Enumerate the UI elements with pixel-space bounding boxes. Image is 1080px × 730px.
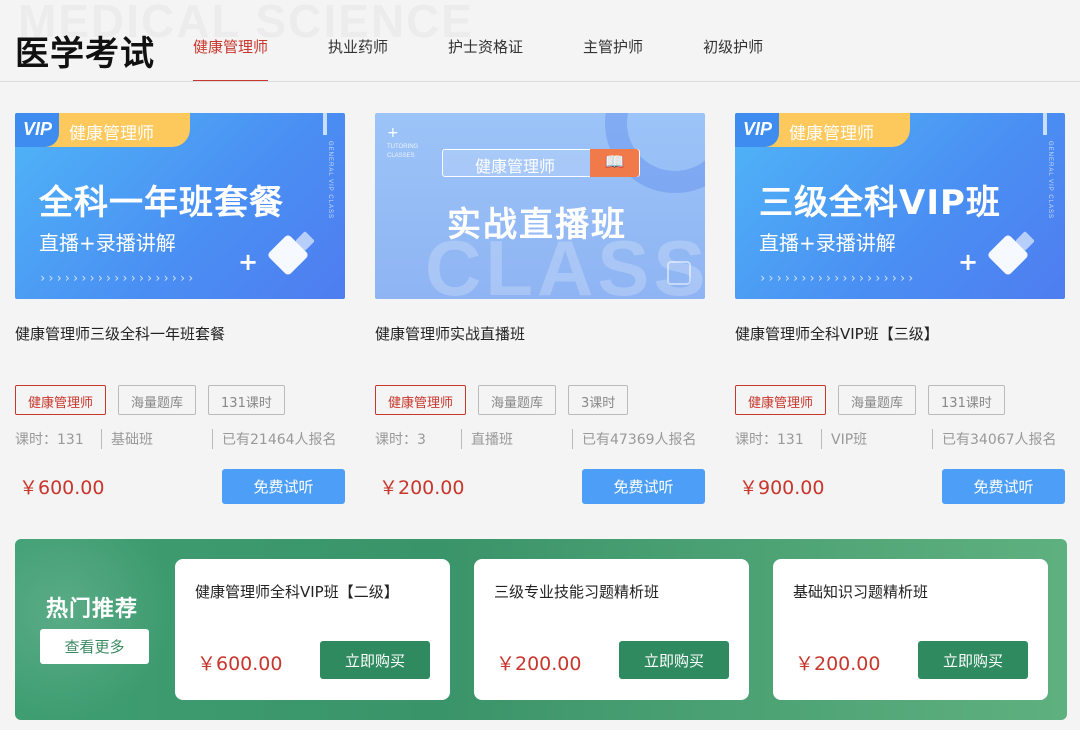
course-title[interactable]: 健康管理师实战直播班 — [375, 323, 705, 379]
recommend-card[interactable]: 健康管理师全科VIP班【二级】 ￥600.00 立即购买 — [175, 559, 450, 700]
tab-nurse-qualification[interactable]: 护士资格证 — [448, 36, 523, 82]
recommend-title[interactable]: 健康管理师全科VIP班【二级】 — [195, 581, 399, 602]
course-hours: 课时：131 — [735, 432, 804, 448]
hot-title: 热门推荐 — [46, 597, 139, 622]
tab-junior-nurse[interactable]: 初级护师 — [703, 36, 763, 82]
buy-now-button[interactable]: 立即购买 — [320, 641, 430, 679]
tag-question-bank: 海量题库 — [478, 385, 557, 415]
book-icon: 📖 — [590, 149, 639, 177]
tag-hours: 131课时 — [208, 385, 285, 415]
recommend-title[interactable]: 基础知识习题精析班 — [793, 581, 928, 602]
banner-headline: 三级全科VIP班 — [759, 183, 1001, 223]
banner-badge-label: 健康管理师 — [69, 124, 154, 144]
course-type: 直播班 — [461, 429, 572, 449]
price-row: ￥900.00 免费试听 — [735, 469, 1065, 504]
vip-logo-icon: VIP — [15, 113, 59, 147]
banner-side-text: GENERAL VIP CLASS — [327, 141, 333, 220]
buy-now-button[interactable]: 立即购买 — [619, 641, 729, 679]
recommend-price: ￥600.00 — [197, 653, 283, 675]
tag-category: 健康管理师 — [15, 385, 107, 415]
course-hours: 课时：3 — [375, 432, 426, 448]
course-tags: 健康管理师 海量题库 131课时 — [735, 385, 1065, 415]
page-header: MEDICAL SCIENCE 医学考试 健康管理师 执业药师 护士资格证 主管… — [0, 0, 1080, 82]
course-enrolled: 已有47369人报名 — [572, 429, 697, 449]
tag-hours: 3课时 — [568, 385, 629, 415]
course-meta: 课时：3 直播班 已有47369人报名 — [375, 429, 705, 449]
course-tags: 健康管理师 海量题库 3课时 — [375, 385, 705, 415]
banner-badge-label: 健康管理师 — [789, 124, 874, 144]
recommend-card[interactable]: 三级专业技能习题精析班 ￥200.00 立即购买 — [474, 559, 749, 700]
course-enrolled: 已有21464人报名 — [212, 429, 337, 449]
tag-question-bank: 海量题库 — [118, 385, 197, 415]
tag-category: 健康管理师 — [735, 385, 827, 415]
free-trial-button[interactable]: 免费试听 — [942, 469, 1065, 504]
category-tabs: 健康管理师 执业药师 护士资格证 主管护师 初级护师 — [193, 36, 823, 82]
course-price: ￥900.00 — [739, 477, 825, 499]
tab-supervisor-nurse[interactable]: 主管护师 — [583, 36, 643, 82]
course-card[interactable]: VIP 健康管理师 GENERAL VIP CLASS 三级全科VIP班 直播+… — [735, 113, 1065, 504]
banner-subheadline: 直播+录播讲解 — [759, 231, 896, 255]
banner-headline: 全科一年班套餐 — [39, 183, 284, 223]
course-type: VIP班 — [821, 429, 932, 449]
tab-health-manager[interactable]: 健康管理师 — [193, 36, 269, 82]
chevron-row-icon: ››››››››››››››››››› — [39, 271, 196, 285]
course-enrolled: 已有34067人报名 — [932, 429, 1057, 449]
page-title: 医学考试 — [15, 34, 155, 74]
course-type: 基础班 — [101, 429, 212, 449]
recommend-card[interactable]: 基础知识习题精析班 ￥200.00 立即购买 — [773, 559, 1048, 700]
course-hours: 课时：131 — [15, 432, 84, 448]
vip-logo-icon: VIP — [735, 113, 779, 147]
plus-icon: + — [387, 125, 399, 141]
plus-icon: + — [958, 248, 979, 276]
square-icon — [667, 261, 691, 285]
recommend-title[interactable]: 三级专业技能习题精析班 — [494, 581, 659, 602]
buy-now-button[interactable]: 立即购买 — [918, 641, 1028, 679]
banner-side-text: TUTORING CLASSES — [387, 144, 419, 159]
chevron-row-icon: ››››››››››››››››››› — [759, 271, 916, 285]
course-banner[interactable]: VIP 健康管理师 GENERAL VIP CLASS 三级全科VIP班 直播+… — [735, 113, 1065, 299]
view-more-button[interactable]: 查看更多 — [40, 629, 149, 664]
course-price: ￥200.00 — [379, 477, 465, 499]
course-price: ￥600.00 — [19, 477, 105, 499]
banner-side-bar — [323, 113, 327, 135]
tag-question-bank: 海量题库 — [838, 385, 917, 415]
header-divider — [0, 81, 1080, 82]
plus-icon: + — [238, 248, 259, 276]
course-banner[interactable]: VIP 健康管理师 GENERAL VIP CLASS 全科一年班套餐 直播+录… — [15, 113, 345, 299]
banner-side-bar — [1043, 113, 1047, 135]
free-trial-button[interactable]: 免费试听 — [582, 469, 705, 504]
recommend-price: ￥200.00 — [795, 653, 881, 675]
course-card[interactable]: + TUTORING CLASSES CLASS 健康管理师 📖 实战直播班 健… — [375, 113, 705, 504]
course-title[interactable]: 健康管理师三级全科一年班套餐 — [15, 323, 345, 379]
course-card[interactable]: VIP 健康管理师 GENERAL VIP CLASS 全科一年班套餐 直播+录… — [15, 113, 345, 504]
course-tags: 健康管理师 海量题库 131课时 — [15, 385, 345, 415]
price-row: ￥200.00 免费试听 — [375, 469, 705, 504]
tag-hours: 131课时 — [928, 385, 1005, 415]
banner-headline: 实战直播班 — [447, 205, 627, 245]
tag-category: 健康管理师 — [375, 385, 467, 415]
hot-recommend-panel: 热门推荐 查看更多 健康管理师全科VIP班【二级】 ￥600.00 立即购买 三… — [15, 539, 1067, 720]
banner-subheadline: 直播+录播讲解 — [39, 231, 176, 255]
course-meta: 课时：131 VIP班 已有34067人报名 — [735, 429, 1065, 449]
recommend-price: ￥200.00 — [496, 653, 582, 675]
course-banner[interactable]: + TUTORING CLASSES CLASS 健康管理师 📖 实战直播班 — [375, 113, 705, 299]
banner-side-text: GENERAL VIP CLASS — [1047, 141, 1053, 220]
course-title[interactable]: 健康管理师全科VIP班【三级】 — [735, 323, 1065, 379]
tab-licensed-pharmacist[interactable]: 执业药师 — [328, 36, 388, 82]
price-row: ￥600.00 免费试听 — [15, 469, 345, 504]
free-trial-button[interactable]: 免费试听 — [222, 469, 345, 504]
course-meta: 课时：131 基础班 已有21464人报名 — [15, 429, 345, 449]
